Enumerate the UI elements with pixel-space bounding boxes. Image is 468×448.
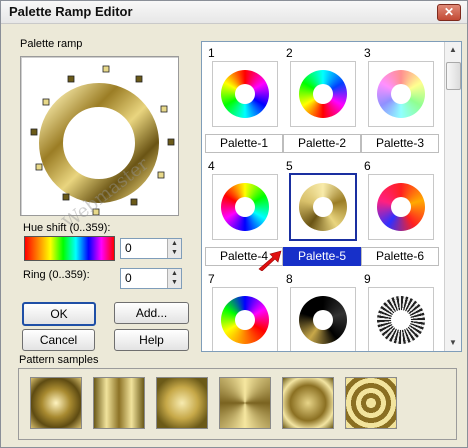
- ramp-control-point[interactable]: [130, 198, 138, 206]
- spin-down-icon[interactable]: ▼: [168, 278, 181, 287]
- palette-number: 4: [208, 159, 215, 173]
- palette-ring: [299, 296, 347, 344]
- palette-gallery[interactable]: 1 Palette-1 2 Palette-2 3 Palette-3 4 Palette-4…: [201, 41, 462, 352]
- palette-thumbnail[interactable]: [289, 173, 357, 241]
- palette-name[interactable]: Palette-3: [361, 134, 439, 153]
- scroll-up-icon[interactable]: ▲: [445, 42, 461, 58]
- add-button[interactable]: Add...: [114, 302, 189, 324]
- palette-ramp-editor-window: Palette Ramp Editor ✕ Palette ramp Webma…: [0, 0, 468, 448]
- cancel-button[interactable]: Cancel: [22, 329, 95, 351]
- ramp-control-point[interactable]: [135, 75, 143, 83]
- pattern-sample-tile[interactable]: [345, 377, 397, 429]
- ramp-control-point[interactable]: [30, 128, 38, 136]
- palette-ring-hole: [235, 310, 255, 330]
- palette-ring: [221, 296, 269, 344]
- palette-ring: [221, 70, 269, 118]
- close-icon[interactable]: ✕: [437, 4, 461, 21]
- ramp-preview[interactable]: Webmaster: [20, 56, 179, 234]
- ramp-control-point[interactable]: [67, 75, 75, 83]
- palette-thumbnail[interactable]: [368, 174, 434, 240]
- palette-ring-hole: [313, 84, 333, 104]
- ok-button[interactable]: OK: [22, 302, 96, 326]
- ramp-control-point[interactable]: [42, 98, 50, 106]
- ramp-control-point[interactable]: [102, 65, 110, 73]
- palette-ring-hole: [391, 310, 411, 330]
- help-button[interactable]: Help: [114, 329, 189, 351]
- spin-up-icon[interactable]: ▲: [168, 269, 181, 278]
- palette-ring: [221, 183, 269, 231]
- palette-ring-hole: [313, 197, 333, 217]
- palette-number: 1: [208, 46, 215, 60]
- palette-ring-hole: [235, 84, 255, 104]
- palette-ring: [299, 70, 347, 118]
- palette-thumbnail[interactable]: [290, 287, 356, 351]
- palette-ring-hole: [391, 197, 411, 217]
- palette-thumbnail[interactable]: [212, 174, 278, 240]
- pattern-sample-tile[interactable]: [156, 377, 208, 429]
- palette-number: 5: [286, 159, 293, 173]
- ring-value: 0: [125, 271, 132, 285]
- palette-ring: [377, 296, 425, 344]
- hue-shift-label: Hue shift (0..359):: [23, 222, 111, 234]
- palette-thumbnail[interactable]: [290, 61, 356, 127]
- pattern-sample-tile[interactable]: [93, 377, 145, 429]
- palette-ramp-label: Palette ramp: [20, 38, 83, 50]
- scroll-down-icon[interactable]: ▼: [445, 335, 461, 351]
- palette-name[interactable]: Palette-2: [283, 134, 361, 153]
- ramp-control-point[interactable]: [157, 171, 165, 179]
- palette-name[interactable]: Palette-1: [205, 134, 283, 153]
- pattern-sample-tile[interactable]: [30, 377, 82, 429]
- window-title: Palette Ramp Editor: [9, 4, 133, 19]
- hue-shift-spinner[interactable]: 0 ▲ ▼: [120, 238, 182, 259]
- spin-up-icon[interactable]: ▲: [168, 239, 181, 248]
- hue-shift-value: 0: [125, 241, 132, 255]
- palette-number: 8: [286, 272, 293, 286]
- palette-ring: [377, 70, 425, 118]
- palette-number: 3: [364, 46, 371, 60]
- palette-number: 6: [364, 159, 371, 173]
- palette-name[interactable]: Palette-5: [283, 247, 361, 266]
- scroll-thumb[interactable]: [446, 62, 461, 90]
- red-arrow-icon: [258, 250, 282, 271]
- ramp-control-point[interactable]: [62, 193, 70, 201]
- palette-name[interactable]: Palette-6: [361, 247, 439, 266]
- pattern-samples: [18, 368, 457, 440]
- palette-thumbnail[interactable]: [212, 287, 278, 351]
- palette-ring-hole: [313, 310, 333, 330]
- palette-ring-hole: [235, 197, 255, 217]
- palette-thumbnail[interactable]: [368, 287, 434, 351]
- palette-thumbnail[interactable]: [212, 61, 278, 127]
- palette-ring: [299, 183, 347, 231]
- pattern-samples-label: Pattern samples: [19, 354, 99, 366]
- ramp-control-point[interactable]: [35, 163, 43, 171]
- ramp-control-point[interactable]: [167, 138, 175, 146]
- pattern-sample-tile[interactable]: [219, 377, 271, 429]
- ramp-control-point[interactable]: [160, 105, 168, 113]
- palette-ring: [377, 183, 425, 231]
- spin-down-icon[interactable]: ▼: [168, 248, 181, 257]
- pattern-sample-tile[interactable]: [282, 377, 334, 429]
- ring-spinner[interactable]: 0 ▲ ▼: [120, 268, 182, 289]
- gallery-scrollbar[interactable]: ▲ ▼: [444, 42, 461, 351]
- palette-thumbnail[interactable]: [368, 61, 434, 127]
- hue-shift-bar[interactable]: [24, 236, 115, 261]
- palette-number: 7: [208, 272, 215, 286]
- ring-label: Ring (0..359):: [23, 269, 90, 281]
- palette-ring-hole: [391, 84, 411, 104]
- palette-number: 2: [286, 46, 293, 60]
- title-bar: Palette Ramp Editor ✕: [1, 1, 467, 24]
- palette-number: 9: [364, 272, 371, 286]
